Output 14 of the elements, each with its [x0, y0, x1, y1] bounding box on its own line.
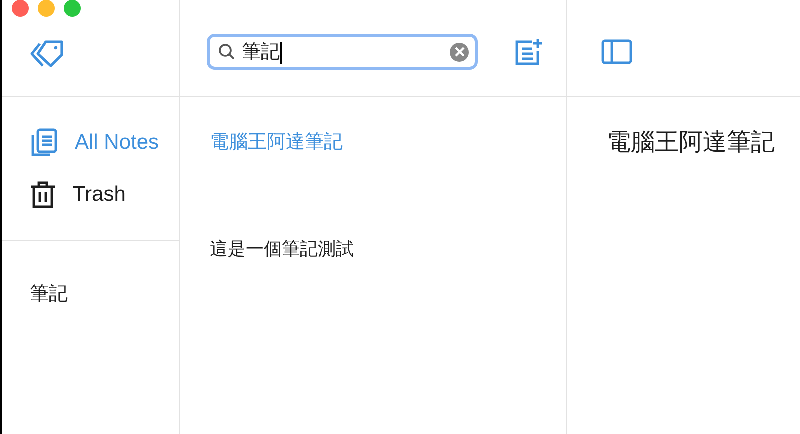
trash-icon: [30, 181, 56, 209]
search-icon: [218, 43, 236, 61]
sidebar-toggle-icon[interactable]: [601, 39, 633, 65]
clear-icon[interactable]: [450, 42, 469, 62]
sidebar-item[interactable]: Trash: [2, 169, 179, 221]
new-note-icon[interactable]: [514, 37, 544, 67]
notes-icon: [30, 128, 58, 158]
tags-icon[interactable]: [30, 39, 66, 69]
search-field[interactable]: 筆記: [207, 34, 478, 70]
tag-item[interactable]: 筆記: [2, 276, 179, 312]
window-button[interactable]: [12, 0, 29, 17]
window-button[interactable]: [64, 0, 81, 17]
editor-title[interactable]: 電腦王阿達筆記: [607, 125, 775, 161]
note-preview: 這是一個筆記測試: [210, 238, 354, 261]
